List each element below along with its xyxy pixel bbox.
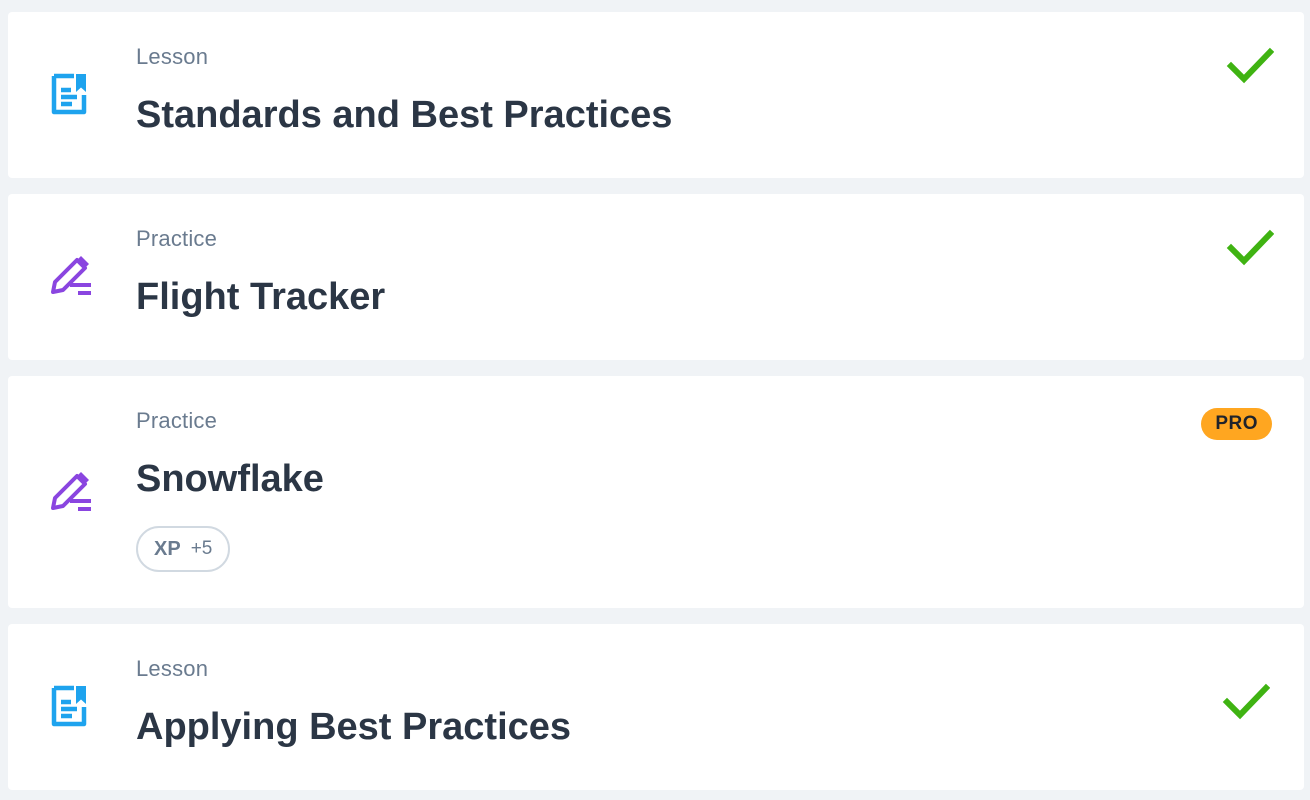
- item-type-label: Lesson: [136, 44, 209, 69]
- xp-label: XP: [154, 537, 181, 560]
- item-type-label: Lesson: [136, 656, 209, 681]
- lesson-list: Lesson Standards and Best Practices Prac…: [0, 0, 1310, 800]
- xp-reward-pill: XP +5: [136, 526, 231, 572]
- list-item-standards-and-best-practices[interactable]: Lesson Standards and Best Practices: [8, 12, 1304, 178]
- list-item-flight-tracker[interactable]: Practice Flight Tracker: [8, 194, 1304, 360]
- xp-value: +5: [190, 538, 213, 559]
- list-item-applying-best-practices[interactable]: Lesson Applying Best Practices: [8, 624, 1304, 790]
- checkmark-icon: [1226, 46, 1274, 86]
- item-type-label: Practice: [136, 408, 218, 433]
- practice-pencil-icon: [48, 252, 96, 300]
- practice-pencil-icon: [48, 468, 96, 516]
- pro-badge: PRO: [1201, 408, 1272, 440]
- lesson-document-icon: [48, 682, 96, 730]
- lesson-document-icon: [48, 70, 96, 118]
- item-title: Flight Tracker: [136, 276, 386, 318]
- checkmark-icon: [1226, 228, 1274, 268]
- list-item-snowflake[interactable]: Practice Snowflake PRO XP +5: [8, 376, 1304, 608]
- checkmark-icon: [1222, 682, 1270, 722]
- item-type-label: Practice: [136, 226, 218, 251]
- item-title: Standards and Best Practices: [136, 94, 673, 136]
- item-title: Applying Best Practices: [136, 706, 572, 748]
- item-title: Snowflake: [136, 458, 324, 500]
